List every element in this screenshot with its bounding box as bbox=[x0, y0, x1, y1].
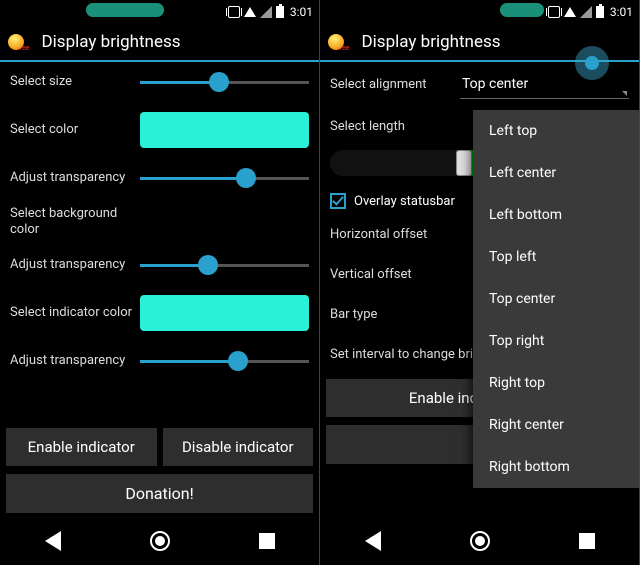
status-bar: 3:01 bbox=[320, 0, 639, 24]
home-button[interactable] bbox=[150, 531, 170, 551]
setting-label: Adjust transparency bbox=[10, 353, 140, 369]
menu-item[interactable]: Top right bbox=[473, 320, 640, 362]
menu-item[interactable]: Right top bbox=[473, 362, 640, 404]
bulb-icon bbox=[328, 34, 344, 50]
alignment-dropdown-menu[interactable]: Left topLeft centerLeft bottomTop leftTo… bbox=[473, 110, 640, 488]
slider[interactable] bbox=[140, 255, 309, 275]
menu-item[interactable]: Left bottom bbox=[473, 194, 640, 236]
home-button[interactable] bbox=[470, 531, 490, 551]
battery-icon bbox=[596, 6, 604, 18]
slider-knob[interactable] bbox=[456, 150, 472, 176]
bar-type-label: Bar type bbox=[330, 307, 460, 323]
setting-label: Select color bbox=[10, 122, 140, 138]
nav-bar bbox=[0, 517, 319, 565]
menu-item[interactable]: Left top bbox=[473, 110, 640, 152]
brightness-overlay-bar bbox=[500, 3, 544, 17]
setting-label: Select size bbox=[10, 74, 140, 90]
length-label: Select length bbox=[330, 119, 460, 135]
setting-label: Select background color bbox=[10, 206, 140, 237]
signal-icon bbox=[580, 6, 592, 18]
vibrate-icon bbox=[548, 6, 560, 18]
status-bar: 3:01 bbox=[0, 0, 319, 24]
page-title: Display brightness bbox=[42, 32, 181, 52]
h-offset-label: Horizontal offset bbox=[330, 227, 460, 243]
setting-label: Adjust transparency bbox=[10, 170, 140, 186]
slider[interactable] bbox=[140, 351, 309, 371]
wifi-icon bbox=[244, 7, 256, 17]
alignment-spinner[interactable]: Top center bbox=[460, 70, 629, 99]
brightness-overlay-bar bbox=[86, 3, 164, 17]
setting-label: Select indicator color bbox=[10, 305, 140, 321]
menu-item[interactable]: Left center bbox=[473, 152, 640, 194]
clock: 3:01 bbox=[610, 5, 633, 19]
menu-item[interactable]: Right center bbox=[473, 404, 640, 446]
title-bar: Free Display brightness bbox=[0, 24, 319, 62]
page-title: Display brightness bbox=[362, 32, 501, 52]
color-swatch[interactable] bbox=[140, 295, 309, 331]
color-swatch[interactable] bbox=[140, 112, 309, 148]
enable-indicator-button[interactable]: Enable indicator bbox=[6, 428, 157, 466]
menu-item[interactable]: Top center bbox=[473, 278, 640, 320]
clock: 3:01 bbox=[290, 5, 313, 19]
menu-item[interactable]: Right bottom bbox=[473, 446, 640, 488]
settings-list[interactable]: Select size Select color Adjust transparen… bbox=[0, 62, 319, 424]
vibrate-icon bbox=[228, 6, 240, 18]
overlay-label: Overlay statusbar bbox=[354, 194, 455, 209]
battery-icon bbox=[276, 6, 284, 18]
v-offset-label: Vertical offset bbox=[330, 267, 460, 283]
recent-button[interactable] bbox=[259, 533, 275, 549]
back-button[interactable] bbox=[365, 531, 381, 551]
nav-bar bbox=[320, 517, 639, 565]
disable-indicator-button[interactable]: Disable indicator bbox=[163, 428, 314, 466]
bulb-icon bbox=[8, 34, 24, 50]
setting-label: Adjust transparency bbox=[10, 257, 140, 273]
signal-icon bbox=[260, 6, 272, 18]
wifi-icon bbox=[564, 7, 576, 17]
slider[interactable] bbox=[140, 168, 309, 188]
donation-button[interactable]: Donation! bbox=[6, 474, 313, 513]
menu-item[interactable]: Top left bbox=[473, 236, 640, 278]
back-button[interactable] bbox=[45, 531, 61, 551]
alignment-label: Select alignment bbox=[330, 77, 460, 93]
recent-button[interactable] bbox=[579, 533, 595, 549]
slider[interactable] bbox=[140, 72, 309, 92]
slider-thumb[interactable] bbox=[585, 56, 599, 70]
overlay-checkbox[interactable] bbox=[330, 193, 346, 209]
